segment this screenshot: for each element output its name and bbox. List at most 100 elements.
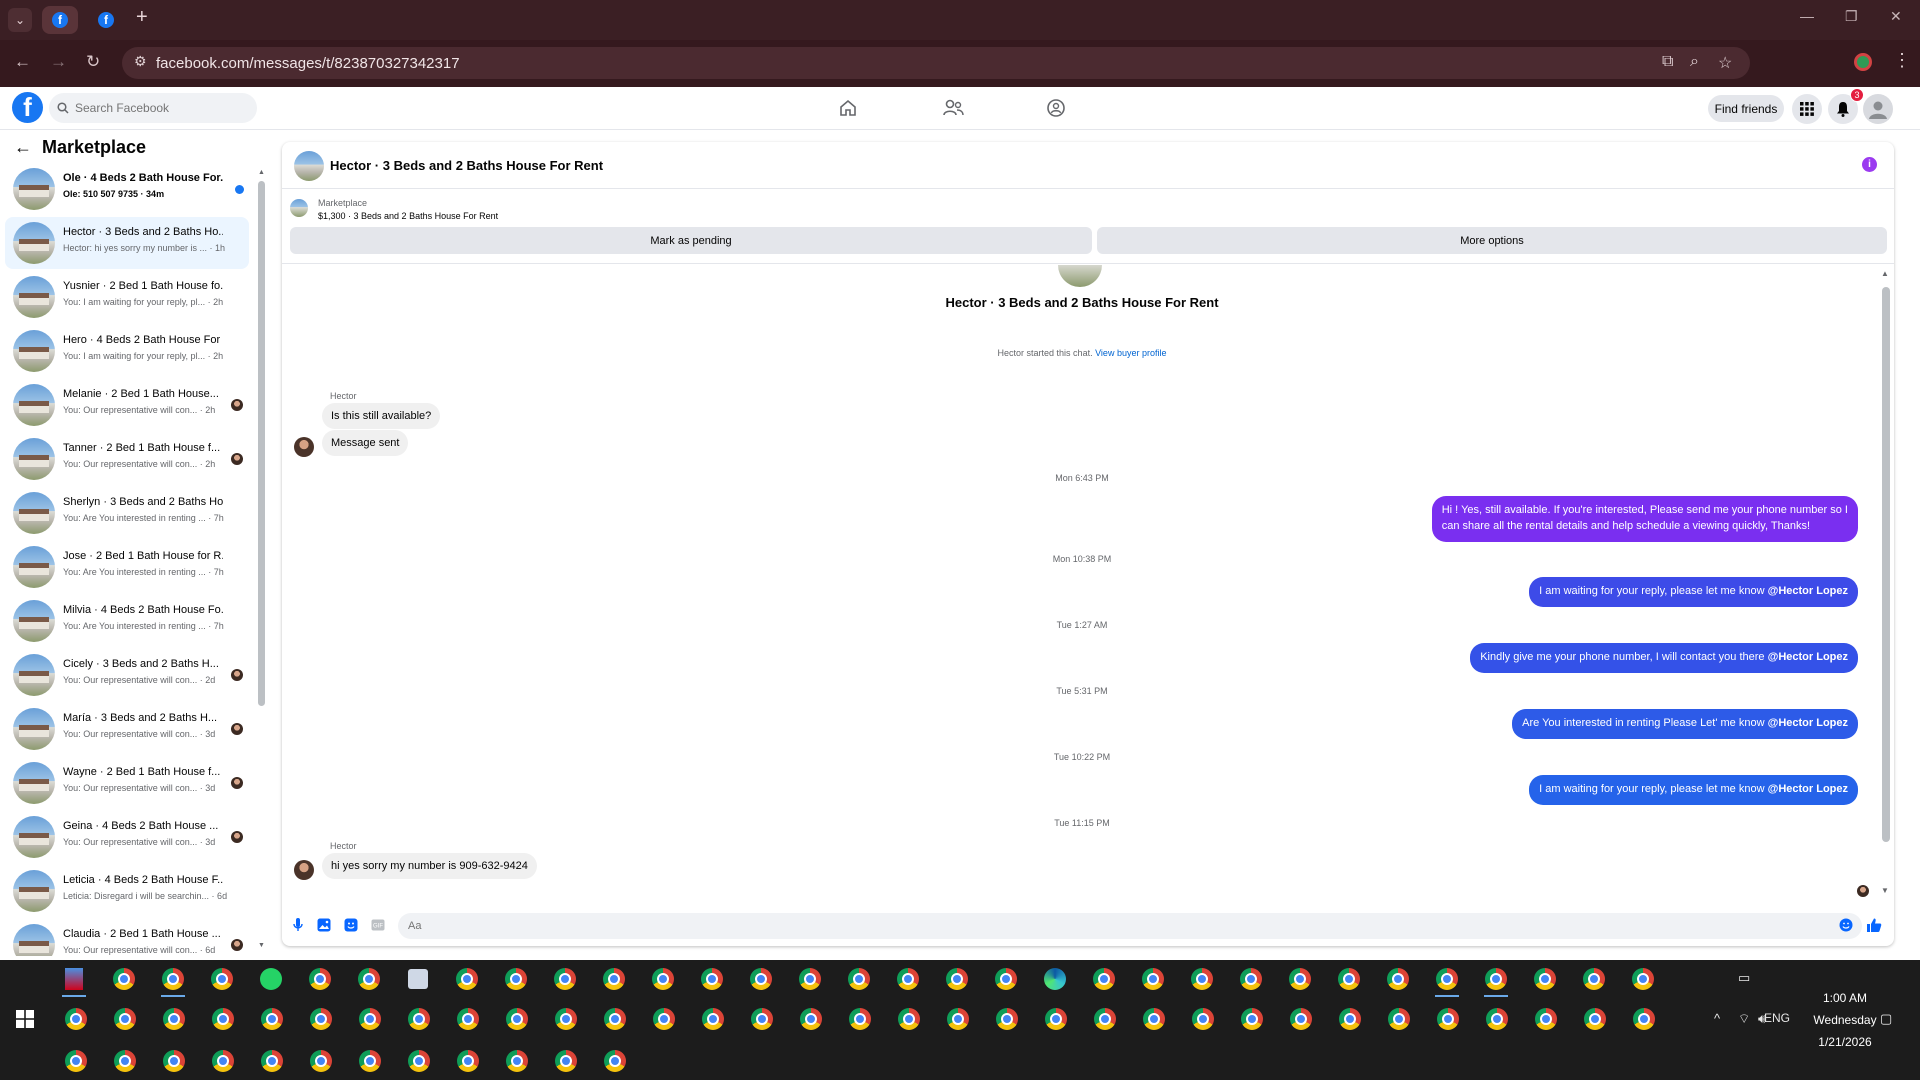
hector-avatar[interactable] bbox=[294, 860, 314, 880]
chrome-taskbar-icon[interactable] bbox=[258, 1005, 286, 1033]
tool-taskbar-icon[interactable] bbox=[60, 965, 88, 997]
chrome-taskbar-icon[interactable] bbox=[1630, 1005, 1658, 1033]
conversation-item[interactable]: Wayne · 2 Bed 1 Bath House f... You: Our … bbox=[5, 757, 249, 809]
browser-tab-2[interactable]: f bbox=[88, 6, 124, 34]
chrome-taskbar-icon[interactable] bbox=[699, 1005, 727, 1033]
chrome-taskbar-icon[interactable] bbox=[454, 1047, 482, 1075]
conversation-item[interactable]: María · 3 Beds and 2 Baths H... You: Our … bbox=[5, 703, 249, 755]
close-window-icon[interactable]: ✕ bbox=[1890, 8, 1902, 25]
conversation-item[interactable]: Hero · 4 Beds 2 Bath House For ... You: I… bbox=[5, 325, 249, 377]
chrome-taskbar-icon[interactable] bbox=[944, 1005, 972, 1033]
conversation-item[interactable]: Yusnier · 2 Bed 1 Bath House fo... You: I… bbox=[5, 271, 249, 323]
browser-menu-icon[interactable]: ⋮ bbox=[1893, 50, 1911, 71]
chrome-taskbar-icon[interactable] bbox=[1139, 965, 1167, 993]
chrome-taskbar-icon[interactable] bbox=[307, 1047, 335, 1075]
network-icon[interactable]: ⌔ bbox=[1738, 1011, 1750, 1027]
chrome-taskbar-icon[interactable] bbox=[1385, 1005, 1413, 1033]
outgoing-message[interactable]: Kindly give me your phone number, I will… bbox=[1470, 643, 1858, 673]
chrome-taskbar-icon[interactable] bbox=[845, 965, 873, 993]
conversation-item[interactable]: Sherlyn · 3 Beds and 2 Baths Ho... You: A… bbox=[5, 487, 249, 539]
bookmark-star-icon[interactable]: ☆ bbox=[1718, 53, 1732, 73]
chrome-taskbar-icon[interactable] bbox=[160, 1005, 188, 1033]
chrome-taskbar-icon[interactable] bbox=[747, 965, 775, 993]
listing-price-title[interactable]: $1,300 · 3 Beds and 2 Baths House For Re… bbox=[318, 211, 498, 221]
chrome-taskbar-icon[interactable] bbox=[1286, 965, 1314, 993]
minimize-icon[interactable]: — bbox=[1800, 8, 1814, 24]
app-taskbar-icon[interactable] bbox=[404, 965, 432, 993]
conversation-item[interactable]: Jose · 2 Bed 1 Bath House for R... You: A… bbox=[5, 541, 249, 593]
omnibox[interactable]: ⚙ facebook.com/messages/t/82387032734231… bbox=[122, 47, 1750, 79]
facebook-logo-icon[interactable]: f bbox=[12, 92, 43, 123]
scroll-down-arrow[interactable]: ▼ bbox=[1881, 886, 1889, 895]
conversation-item[interactable]: Claudia · 2 Bed 1 Bath House ... You: Our… bbox=[5, 919, 249, 956]
notification-center-icon[interactable]: ▢ bbox=[1880, 1011, 1892, 1027]
chrome-taskbar-icon[interactable] bbox=[649, 965, 677, 993]
chrome-taskbar-icon[interactable] bbox=[111, 1047, 139, 1075]
menu-grid-icon[interactable] bbox=[1792, 94, 1822, 124]
chrome-taskbar-icon[interactable] bbox=[601, 1047, 629, 1075]
chrome-taskbar-icon[interactable] bbox=[111, 1005, 139, 1033]
chrome-taskbar-icon[interactable] bbox=[405, 1047, 433, 1075]
photo-icon[interactable] bbox=[316, 917, 332, 933]
back-arrow-icon[interactable]: ← bbox=[14, 137, 32, 158]
scroll-up-arrow[interactable]: ▲ bbox=[1881, 269, 1889, 278]
chrome-taskbar-icon[interactable] bbox=[209, 1005, 237, 1033]
browser-tab-1[interactable]: f bbox=[42, 6, 78, 34]
more-options-button[interactable]: More options bbox=[1097, 227, 1887, 254]
chrome-taskbar-icon[interactable] bbox=[846, 1005, 874, 1033]
microphone-icon[interactable] bbox=[290, 917, 306, 933]
chrome-taskbar-icon[interactable] bbox=[1090, 965, 1118, 993]
reload-icon[interactable]: ↻ bbox=[86, 52, 100, 72]
gif-icon[interactable]: GIF bbox=[370, 917, 386, 933]
scroll-up-arrow[interactable]: ▲ bbox=[258, 169, 265, 176]
chrome-taskbar-icon[interactable] bbox=[894, 965, 922, 993]
chrome-taskbar-icon[interactable] bbox=[993, 1005, 1021, 1033]
chrome-taskbar-icon[interactable] bbox=[1433, 965, 1461, 997]
listing-thumbnail[interactable] bbox=[294, 151, 324, 181]
view-buyer-profile-link[interactable]: View buyer profile bbox=[1095, 348, 1166, 358]
thread-scrollbar[interactable] bbox=[1882, 287, 1890, 842]
chrome-taskbar-icon[interactable] bbox=[159, 965, 187, 997]
tab-search-icon[interactable]: ⌄ bbox=[8, 8, 32, 32]
chrome-taskbar-icon[interactable] bbox=[502, 965, 530, 993]
outgoing-message[interactable]: I am waiting for your reply, please let … bbox=[1529, 577, 1858, 607]
search-box[interactable] bbox=[49, 93, 257, 123]
chrome-taskbar-icon[interactable] bbox=[503, 1005, 531, 1033]
chrome-taskbar-icon[interactable] bbox=[62, 1005, 90, 1033]
chrome-taskbar-icon[interactable] bbox=[454, 1005, 482, 1033]
chrome-taskbar-icon[interactable] bbox=[1336, 1005, 1364, 1033]
chrome-taskbar-icon[interactable] bbox=[1629, 965, 1657, 993]
search-input[interactable] bbox=[75, 101, 245, 115]
url-text[interactable]: facebook.com/messages/t/823870327342317 bbox=[156, 55, 460, 72]
install-app-icon[interactable]: ⧉ bbox=[1662, 53, 1673, 71]
chrome-taskbar-icon[interactable] bbox=[943, 965, 971, 993]
display-tray-icon[interactable]: ▭ bbox=[1738, 970, 1750, 986]
chrome-taskbar-icon[interactable] bbox=[1580, 965, 1608, 993]
edge-taskbar-icon[interactable] bbox=[1041, 965, 1069, 993]
chrome-taskbar-icon[interactable] bbox=[796, 965, 824, 993]
chrome-taskbar-icon[interactable] bbox=[1483, 1005, 1511, 1033]
chrome-taskbar-icon[interactable] bbox=[1188, 965, 1216, 993]
chrome-taskbar-icon[interactable] bbox=[356, 1005, 384, 1033]
windows-start-icon[interactable] bbox=[16, 1010, 34, 1028]
incoming-message[interactable]: Message sent bbox=[322, 430, 409, 456]
hector-avatar[interactable] bbox=[294, 437, 314, 457]
chrome-taskbar-icon[interactable] bbox=[453, 965, 481, 993]
incoming-message[interactable]: hi yes sorry my number is 909-632-9424 bbox=[322, 853, 537, 879]
forward-icon[interactable]: → bbox=[50, 52, 67, 72]
chrome-taskbar-icon[interactable] bbox=[405, 1005, 433, 1033]
chrome-taskbar-icon[interactable] bbox=[1581, 1005, 1609, 1033]
restore-icon[interactable]: ❐ bbox=[1845, 8, 1858, 25]
chrome-taskbar-icon[interactable] bbox=[1287, 1005, 1315, 1033]
conversation-info-icon[interactable]: i bbox=[1862, 157, 1877, 172]
chrome-taskbar-icon[interactable] bbox=[503, 1047, 531, 1075]
chrome-taskbar-icon[interactable] bbox=[1335, 965, 1363, 993]
chrome-taskbar-icon[interactable] bbox=[355, 965, 383, 993]
show-hidden-icons-chevron[interactable]: ^ bbox=[1714, 1011, 1720, 1026]
chrome-taskbar-icon[interactable] bbox=[1532, 1005, 1560, 1033]
conversation-item[interactable]: Melanie · 2 Bed 1 Bath House... You: Our … bbox=[5, 379, 249, 431]
chrome-taskbar-icon[interactable] bbox=[797, 1005, 825, 1033]
outgoing-message[interactable]: I am waiting for your reply, please let … bbox=[1529, 775, 1858, 805]
chrome-taskbar-icon[interactable] bbox=[1531, 965, 1559, 993]
chrome-taskbar-icon[interactable] bbox=[552, 1005, 580, 1033]
